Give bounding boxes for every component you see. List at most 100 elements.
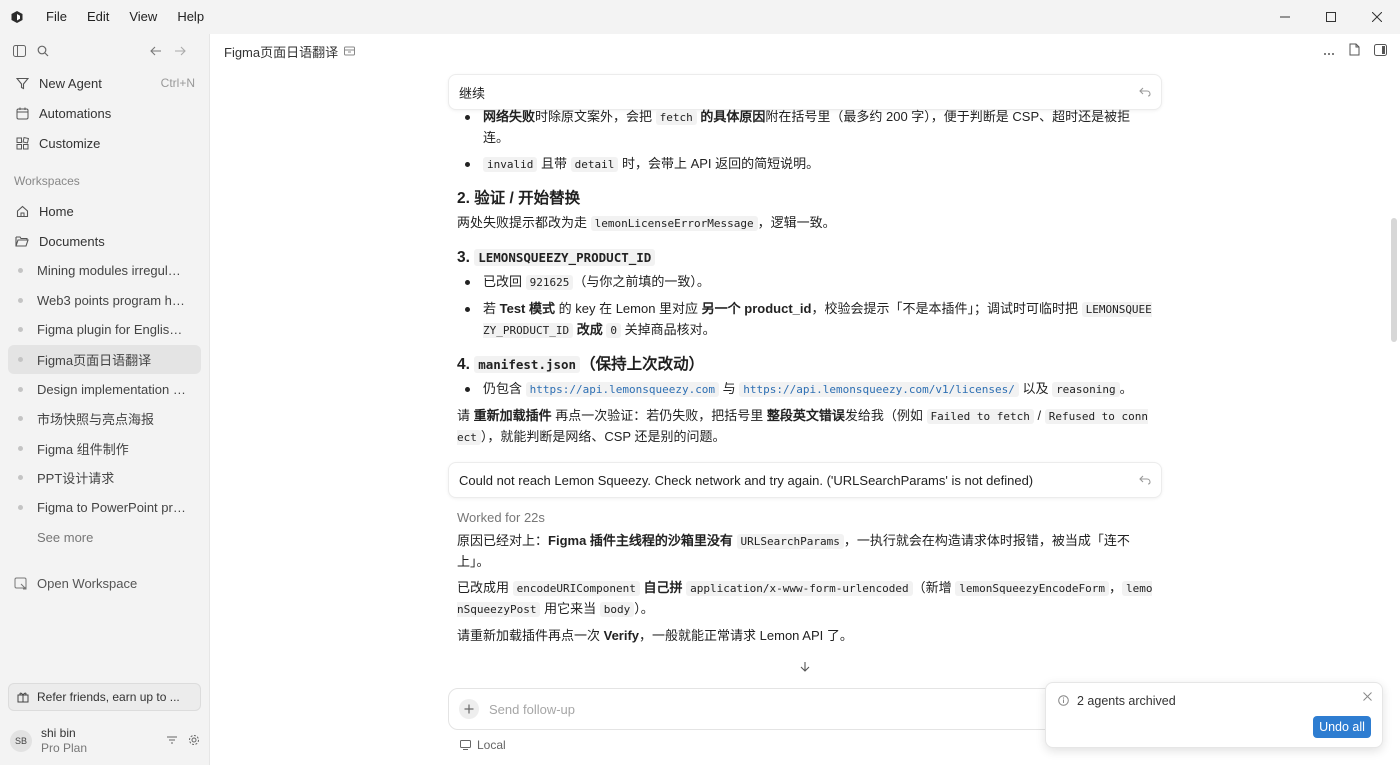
chat-title: Design implementation fo... <box>37 381 187 397</box>
chat-item-3-active[interactable]: Figma页面日语翻译 <box>8 344 201 375</box>
menu-bar: File Edit View Help <box>36 0 214 34</box>
chat-dot <box>18 268 23 274</box>
menu-edit[interactable]: Edit <box>77 0 119 34</box>
main-panel: Figma页面日语翻译 继续 网络失败时除原文案外，会把 fetch 的具体原因… <box>211 34 1400 765</box>
more-options-icon[interactable] <box>1323 44 1335 59</box>
chat-title: Figma 组件制作 <box>37 441 129 457</box>
chat-dot <box>18 475 23 481</box>
forward-arrow-icon[interactable] <box>173 44 187 58</box>
chat-item-7[interactable]: PPT设计请求 <box>0 463 201 493</box>
open-workspace-icon <box>14 577 28 590</box>
toast-message: 2 agents archived <box>1077 694 1176 708</box>
page-title: Figma页面日语翻译 <box>224 44 339 60</box>
chat-item-5[interactable]: 市场快照与亮点海报 <box>0 404 201 434</box>
link-api-root[interactable]: https://api.lemonsqueezy.com <box>525 382 720 397</box>
sidebar-item-automations[interactable]: Automations <box>0 98 209 128</box>
sidebar-item-documents[interactable]: Documents <box>0 226 209 256</box>
chat-item-8[interactable]: Figma to PowerPoint prese... <box>0 493 201 523</box>
user-message-text: 继续 <box>459 85 486 101</box>
workspaces-heading: Workspaces <box>14 174 80 188</box>
main-header: Figma页面日语翻译 <box>211 34 1400 68</box>
chat-dot <box>18 386 23 392</box>
archive-icon[interactable] <box>344 46 356 56</box>
chat-title: Figma页面日语翻译 <box>37 353 152 369</box>
sidebar: New Agent Ctrl+N Automations Customize W… <box>0 34 210 765</box>
open-workspace-label: Open Workspace <box>37 575 138 591</box>
close-icon[interactable] <box>1363 692 1372 701</box>
back-arrow-icon[interactable] <box>149 44 163 58</box>
close-window-button[interactable] <box>1354 0 1400 34</box>
chat-item-0[interactable]: Mining modules irregular ... <box>0 256 201 286</box>
see-more-link[interactable]: See more <box>0 522 209 552</box>
search-icon[interactable] <box>36 44 50 58</box>
paragraph-retry: 请重新加载插件再点一次 Verify，一般就能正常请求 Lemon API 了。 <box>457 628 853 643</box>
title-bar: File Edit View Help <box>0 0 1400 34</box>
chat-title: Mining modules irregular ... <box>37 263 187 279</box>
chat-title: 市场快照与亮点海报 <box>37 412 155 428</box>
funnel-icon <box>14 75 30 91</box>
user-message-error[interactable]: Could not reach Lemon Squeezy. Check net… <box>448 462 1162 498</box>
chat-dot <box>18 297 23 303</box>
chat-item-6[interactable]: Figma 组件制作 <box>0 434 201 464</box>
scrollbar[interactable] <box>1391 218 1397 342</box>
revert-icon[interactable] <box>1139 87 1151 97</box>
window-controls <box>1262 0 1400 34</box>
new-agent-button[interactable]: New Agent Ctrl+N <box>0 68 209 98</box>
heading-manifest: 4. manifest.json （保持上次改动） <box>457 356 705 373</box>
paragraph-verify: 两处失败提示都改为走 lemonLicenseErrorMessage ，逻辑一致… <box>457 215 836 231</box>
panel-toggle-icon[interactable] <box>1374 43 1387 59</box>
refer-label: Refer friends, earn up to ... <box>37 690 180 704</box>
avatar: SB <box>10 730 32 752</box>
conversation: 继续 网络失败时除原文案外，会把 fetch 的具体原因附在括号里（最多约 20… <box>448 74 1162 646</box>
user-actions <box>166 734 200 749</box>
sidebar-item-home[interactable]: Home <box>0 196 209 226</box>
folder-open-icon <box>14 233 30 249</box>
gear-icon[interactable] <box>188 734 200 749</box>
menu-view[interactable]: View <box>119 0 167 34</box>
assistant-response-2: 原因已经对上：Figma 插件主线程的沙箱里没有 URLSearchParams… <box>448 531 1162 646</box>
calendar-clock-icon <box>14 105 30 121</box>
assistant-response: 网络失败时除原文案外，会把 fetch 的具体原因附在括号里（最多约 200 字… <box>448 107 1162 448</box>
new-file-icon[interactable] <box>1349 43 1360 59</box>
filter-icon[interactable] <box>166 734 178 749</box>
maximize-button[interactable] <box>1308 0 1354 34</box>
chat-item-2[interactable]: Figma plugin for English t... <box>0 315 201 345</box>
menu-help[interactable]: Help <box>167 0 214 34</box>
refer-friends-button[interactable]: Refer friends, earn up to ... <box>8 683 201 711</box>
new-agent-shortcut: Ctrl+N <box>160 76 195 90</box>
paragraph-cause: 原因已经对上：Figma 插件主线程的沙箱里没有 URLSearchParams… <box>457 533 1130 569</box>
header-actions <box>1323 43 1387 59</box>
undo-all-button[interactable]: Undo all <box>1313 716 1371 738</box>
environment-label: Local <box>477 738 506 752</box>
open-workspace-button[interactable]: Open Workspace <box>0 568 209 598</box>
user-profile[interactable]: SB shi bin Pro Plan <box>10 725 200 757</box>
bullet-product-id-restored: 已改回 921625 （与你之前填的一致）。 <box>465 272 1153 293</box>
chat-item-4[interactable]: Design implementation fo... <box>0 374 201 404</box>
chat-item-1[interactable]: Web3 points program her... <box>0 286 201 316</box>
add-attachment-button[interactable] <box>459 699 479 719</box>
menu-file[interactable]: File <box>36 0 77 34</box>
home-icon <box>14 203 30 219</box>
revert-icon[interactable] <box>1139 475 1151 485</box>
sidebar-item-customize[interactable]: Customize <box>0 128 209 158</box>
info-icon <box>1058 695 1069 706</box>
chat-dot <box>18 445 23 451</box>
bullet-manifest-domains: 仍包含 https://api.lemonsqueezy.com 与 https… <box>465 379 1153 400</box>
user-plan: Pro Plan <box>41 741 88 755</box>
worked-duration[interactable]: Worked for 22s <box>457 510 1162 525</box>
minimize-button[interactable] <box>1262 0 1308 34</box>
chat-title: PPT设计请求 <box>37 471 115 487</box>
app-logo-icon <box>11 11 23 23</box>
followup-input[interactable]: Send follow-up <box>489 702 575 717</box>
automations-label: Automations <box>39 105 112 121</box>
link-api-licenses[interactable]: https://api.lemonsqueezy.com/v1/licenses… <box>739 382 1019 397</box>
new-agent-label: New Agent <box>39 75 102 91</box>
environment-selector[interactable]: Local <box>460 738 506 752</box>
chat-title: Web3 points program her... <box>37 292 187 308</box>
bullet-test-mode: 若 Test 模式 的 key 在 Lemon 里对应 另一个 product_… <box>465 299 1153 341</box>
scroll-to-bottom-button[interactable] <box>795 656 815 676</box>
sidebar-toggle-icon[interactable] <box>12 44 26 58</box>
user-message[interactable]: 继续 <box>448 74 1162 110</box>
heading-verify: 2. 验证 / 开始替换 <box>457 190 581 207</box>
blocks-icon <box>14 135 30 151</box>
